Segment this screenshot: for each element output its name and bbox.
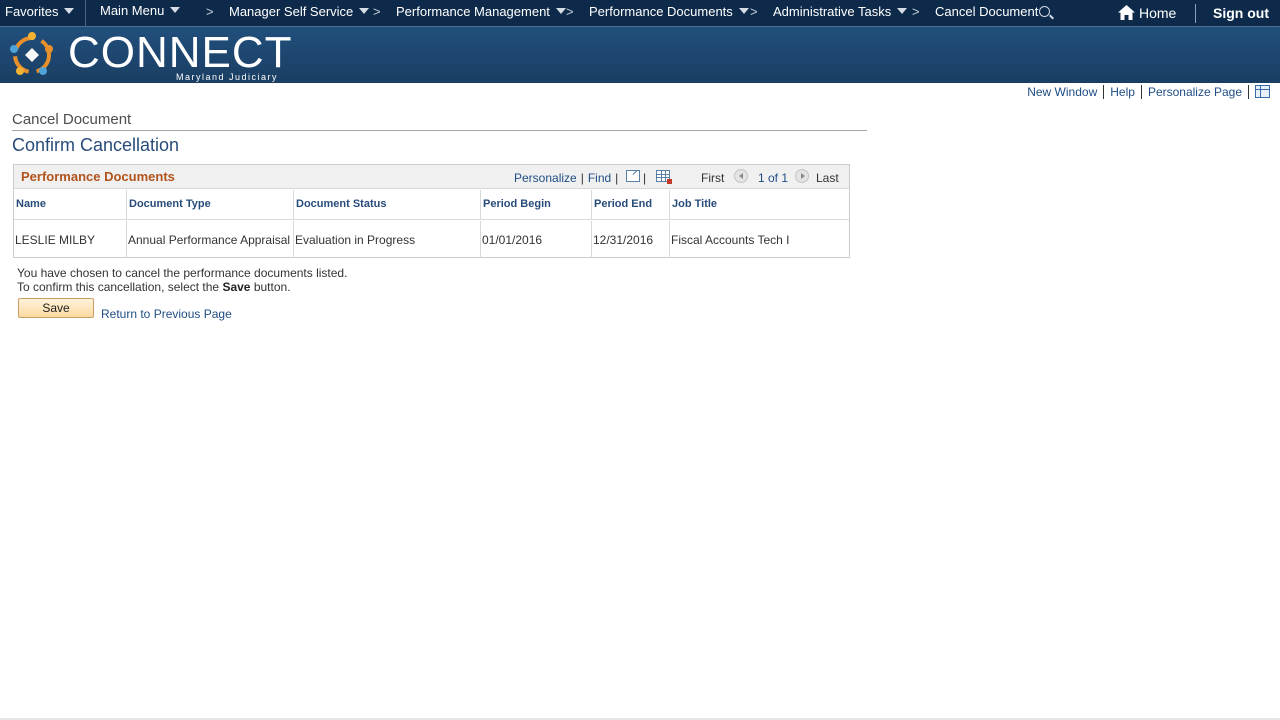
next-row-icon[interactable] bbox=[795, 169, 809, 183]
personalize-page-link[interactable]: Personalize Page bbox=[1148, 85, 1242, 99]
breadcrumb-separator-icon: > bbox=[566, 4, 574, 19]
return-to-previous-page-link[interactable]: Return to Previous Page bbox=[101, 307, 232, 321]
column-header-document-status[interactable]: Document Status bbox=[294, 190, 481, 220]
title-divider bbox=[12, 130, 867, 131]
cell-period-end: 12/31/2016 bbox=[592, 221, 670, 258]
grid-title: Performance Documents bbox=[21, 169, 175, 184]
link-divider bbox=[1248, 85, 1249, 99]
breadcrumb-label: Manager Self Service bbox=[229, 4, 354, 19]
top-navigation-bar: Favorites Main Menu > Manager Self Servi… bbox=[0, 0, 1280, 27]
sign-out-link[interactable]: Sign out bbox=[1213, 5, 1269, 21]
breadcrumb-separator-icon: > bbox=[750, 4, 758, 19]
breadcrumb-separator-icon: > bbox=[373, 4, 381, 19]
column-header-name[interactable]: Name bbox=[14, 190, 127, 220]
breadcrumb-administrative-tasks[interactable]: Administrative Tasks bbox=[773, 4, 908, 19]
breadcrumb-label: Administrative Tasks bbox=[773, 4, 892, 19]
new-window-link[interactable]: New Window bbox=[1027, 85, 1097, 99]
header-banner: CONNECT Maryland Judiciary bbox=[0, 27, 1280, 83]
grid-last-link: Last bbox=[816, 171, 839, 185]
main-menu[interactable]: Main Menu bbox=[100, 3, 181, 18]
previous-row-icon[interactable] bbox=[734, 169, 748, 183]
confirm-message-line-1: You have chosen to cancel the performanc… bbox=[17, 266, 348, 280]
grid-header: Performance Documents Personalize | Find | … bbox=[14, 165, 849, 189]
cell-name: LESLIE MILBY bbox=[14, 221, 127, 258]
link-divider: | bbox=[580, 171, 584, 185]
download-icon[interactable] bbox=[656, 170, 672, 184]
view-all-icon[interactable] bbox=[626, 170, 640, 182]
link-divider bbox=[1140, 85, 1142, 99]
message-text: To confirm this cancellation, select the bbox=[17, 280, 220, 294]
grid-find-link[interactable]: Find bbox=[588, 171, 611, 185]
breadcrumb-separator-icon: > bbox=[206, 4, 214, 19]
connect-logo-icon bbox=[10, 32, 53, 75]
grid-first-link: First bbox=[701, 171, 725, 185]
breadcrumb-separator-icon: > bbox=[912, 4, 920, 19]
chevron-down-icon bbox=[738, 8, 749, 14]
link-divider: | bbox=[615, 171, 619, 185]
column-header-job-title[interactable]: Job Title bbox=[670, 190, 849, 220]
performance-documents-grid: Performance Documents Personalize | Find | … bbox=[13, 164, 850, 258]
favorites-menu[interactable]: Favorites bbox=[5, 4, 75, 19]
confirm-message-line-2: To confirm this cancellation, select the… bbox=[17, 280, 291, 294]
nav-divider bbox=[1195, 4, 1196, 23]
main-menu-label: Main Menu bbox=[100, 3, 165, 18]
brand-subtitle: Maryland Judiciary bbox=[176, 72, 279, 82]
help-link[interactable]: Help bbox=[1110, 85, 1135, 99]
chevron-down-icon bbox=[897, 8, 908, 14]
page-links: New Window Help Personalize Page bbox=[1027, 85, 1270, 99]
grid-personalize-link[interactable]: Personalize bbox=[514, 171, 577, 185]
chevron-down-icon bbox=[555, 8, 566, 14]
brand-name: CONNECT bbox=[68, 28, 293, 77]
save-button[interactable]: Save bbox=[18, 298, 94, 318]
message-emphasis: Save bbox=[222, 280, 251, 294]
breadcrumb-performance-management[interactable]: Performance Management bbox=[396, 4, 566, 19]
cell-document-type: Annual Performance Appraisal bbox=[127, 221, 294, 258]
link-divider: | bbox=[643, 171, 647, 185]
search-icon bbox=[1039, 6, 1051, 17]
link-divider bbox=[1103, 85, 1105, 99]
column-header-period-begin[interactable]: Period Begin bbox=[481, 190, 592, 220]
chevron-down-icon bbox=[359, 8, 370, 14]
page-layout-icon[interactable] bbox=[1255, 85, 1270, 98]
home-icon bbox=[1118, 5, 1135, 20]
nav-divider bbox=[85, 0, 86, 27]
grid-tools: Personalize | Find | bbox=[514, 171, 622, 185]
chevron-down-icon bbox=[64, 8, 75, 14]
breadcrumb-label: Performance Documents bbox=[589, 4, 733, 19]
message-text: button. bbox=[253, 280, 291, 294]
chevron-down-icon bbox=[170, 7, 181, 13]
page-title: Cancel Document bbox=[12, 111, 132, 128]
cell-period-begin: 01/01/2016 bbox=[481, 221, 592, 258]
cell-job-title: Fiscal Accounts Tech I bbox=[671, 233, 790, 247]
breadcrumb-label: Performance Management bbox=[396, 4, 550, 19]
column-header-period-end[interactable]: Period End bbox=[592, 190, 670, 220]
breadcrumb-current-label: Cancel Document bbox=[935, 4, 1039, 19]
page-subtitle: Confirm Cancellation bbox=[12, 135, 180, 155]
breadcrumb-current[interactable]: Cancel Document bbox=[935, 4, 1051, 19]
home-link[interactable]: Home bbox=[1118, 5, 1176, 21]
column-header-document-type[interactable]: Document Type bbox=[127, 190, 294, 220]
home-label: Home bbox=[1139, 5, 1177, 21]
breadcrumb-performance-documents[interactable]: Performance Documents bbox=[589, 4, 749, 19]
favorites-label: Favorites bbox=[5, 4, 59, 19]
grid-pager-count: 1 of 1 bbox=[758, 171, 789, 185]
breadcrumb-manager-self-service[interactable]: Manager Self Service bbox=[229, 4, 370, 19]
cell-document-status: Evaluation in Progress bbox=[294, 221, 481, 258]
